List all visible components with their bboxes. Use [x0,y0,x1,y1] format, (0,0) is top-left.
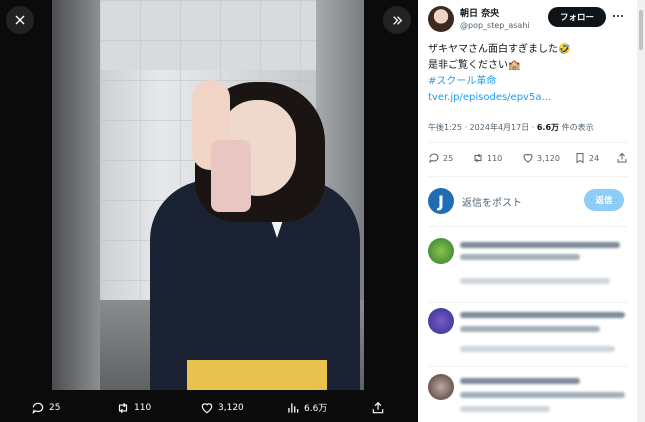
close-icon [15,15,25,25]
reply-icon [32,402,44,414]
list-item[interactable] [428,374,628,422]
tweet-photo[interactable] [52,0,364,390]
avatar [428,238,454,264]
reply-submit-button[interactable]: 返信 [584,189,624,211]
tweet-meta: 午後1:25 · 2024年4月17日 · 6.6万 件の表示 [428,122,594,133]
reply-icon [429,153,439,164]
share-icon [617,152,627,163]
avatar [428,374,454,400]
more-options-button[interactable] [611,9,625,26]
divider [428,226,628,227]
tweet-stats-bar: 25 110 3,120 24 [428,152,628,168]
media-share-button[interactable] [371,401,385,415]
media-reply-count: 25 [49,402,61,413]
views-label: 件の表示 [559,123,594,132]
retweet-icon [474,153,482,163]
chevron-right-double-icon [392,15,402,25]
author-handle[interactable]: @pop_step_asahi [460,21,530,30]
external-link[interactable]: tver.jp/episodes/epv5a... [428,90,628,106]
reply-button[interactable]: 25 [428,152,453,164]
reply-composer: J 返信をポスト 返信 [428,186,628,216]
collapse-panel-button[interactable] [383,6,411,34]
retweet-count: 110 [487,153,503,163]
media-reply-button[interactable]: 25 [31,401,60,415]
list-item[interactable] [428,308,628,368]
more-icon [612,14,624,18]
reply-input[interactable]: 返信をポスト [462,194,522,209]
bookmark-icon [576,153,584,164]
hashtag-link[interactable]: #スクール革命 [428,74,628,90]
like-button[interactable]: 3,120 [522,152,560,164]
media-retweet-button[interactable]: 110 [116,401,151,415]
divider [428,176,628,177]
tweet-detail-panel: 朝日 奈央 @pop_step_asahi フォロー ザキヤマさん面白すぎました… [418,0,645,422]
tweet-line-2: 是非ご覧ください🏫 [428,60,521,71]
avatar[interactable] [428,6,454,32]
media-retweet-count: 110 [134,402,152,413]
bookmark-button[interactable]: 24 [574,152,599,164]
follow-button[interactable]: フォロー [548,7,606,27]
media-like-count: 3,120 [218,402,244,413]
analytics-icon [288,402,299,413]
bookmark-count: 24 [589,153,600,163]
close-button[interactable] [6,6,34,34]
divider [428,302,628,303]
share-icon [372,401,384,413]
user-avatar-j: J [428,188,454,214]
media-like-button[interactable]: 3,120 [200,401,244,415]
divider [428,366,628,367]
scrollbar[interactable] [637,0,645,422]
divider [428,142,628,143]
tweet-line-1: ザキヤマさん面白すぎました🤣 [428,44,571,55]
retweet-button[interactable]: 110 [472,152,502,164]
like-count: 3,120 [537,153,560,163]
avatar [428,308,454,334]
views-count: 6.6万 [536,123,560,132]
reply-count: 25 [443,153,454,163]
tweet-timestamp[interactable]: 午後1:25 · 2024年4月17日 · [428,123,537,132]
heart-icon [201,402,213,413]
retweet-icon [118,402,128,413]
media-viewer: 25 110 3,120 6.6万 [0,0,418,422]
list-item[interactable] [428,238,628,298]
heart-icon [523,153,533,163]
author-name[interactable]: 朝日 奈央 [460,6,530,19]
media-action-bar: 25 110 3,120 6.6万 [0,393,418,422]
media-views-count: 6.6万 [304,404,328,414]
share-button[interactable] [616,152,628,164]
tweet-text: ザキヤマさん面白すぎました🤣 是非ご覧ください🏫 #スクール革命 tver.jp… [428,42,628,106]
media-views-button[interactable]: 6.6万 [286,401,327,415]
author-block: 朝日 奈央 @pop_step_asahi [428,6,530,32]
